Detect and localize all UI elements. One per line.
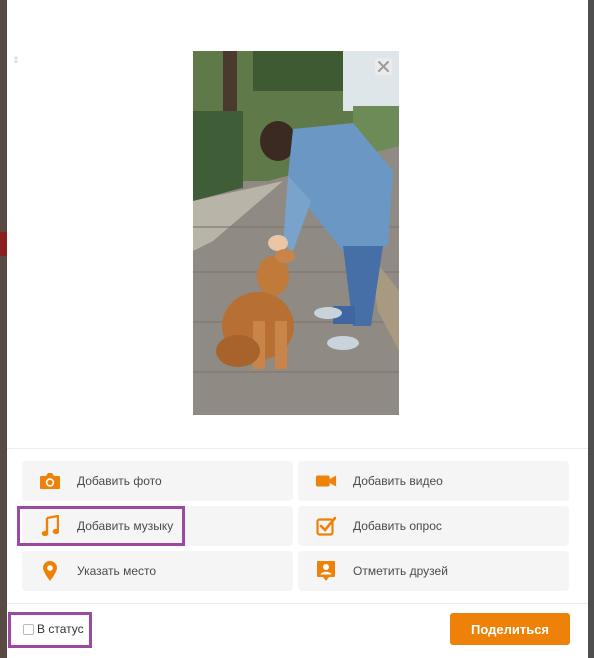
backdrop-right (588, 0, 594, 658)
add-poll-label: Добавить опрос (353, 519, 442, 533)
camera-icon (39, 470, 61, 492)
add-photo-label: Добавить фото (77, 474, 162, 488)
tag-friends-label: Отметить друзей (353, 564, 448, 578)
share-button[interactable]: Поделиться (450, 613, 570, 645)
divider (7, 448, 588, 449)
status-checkbox[interactable] (23, 624, 34, 635)
add-poll-button[interactable]: Добавить опрос (298, 506, 569, 546)
footer-divider (7, 603, 588, 604)
person-tag-icon (315, 560, 337, 582)
add-place-button[interactable]: Указать место (22, 551, 293, 591)
video-camera-icon (315, 470, 337, 492)
add-video-button[interactable]: Добавить видео (298, 461, 569, 501)
add-photo-button[interactable]: Добавить фото (22, 461, 293, 501)
location-pin-icon (39, 560, 61, 582)
scroll-arrows-icon: ⇕ (12, 55, 20, 65)
attached-photo (193, 51, 399, 415)
add-place-label: Указать место (77, 564, 157, 578)
remove-photo-button[interactable] (375, 58, 392, 75)
close-icon (378, 61, 389, 72)
share-modal: ⇕ Добавить фото Добавить видео Добавить … (7, 0, 588, 658)
backdrop-accent (0, 232, 7, 256)
status-checkbox-label[interactable]: В статус (37, 622, 84, 636)
add-music-label: Добавить музыку (77, 519, 174, 533)
tag-friends-button[interactable]: Отметить друзей (298, 551, 569, 591)
checkbox-icon (315, 515, 337, 537)
add-music-button[interactable]: Добавить музыку (22, 506, 293, 546)
add-video-label: Добавить видео (353, 474, 443, 488)
music-note-icon (39, 515, 61, 537)
